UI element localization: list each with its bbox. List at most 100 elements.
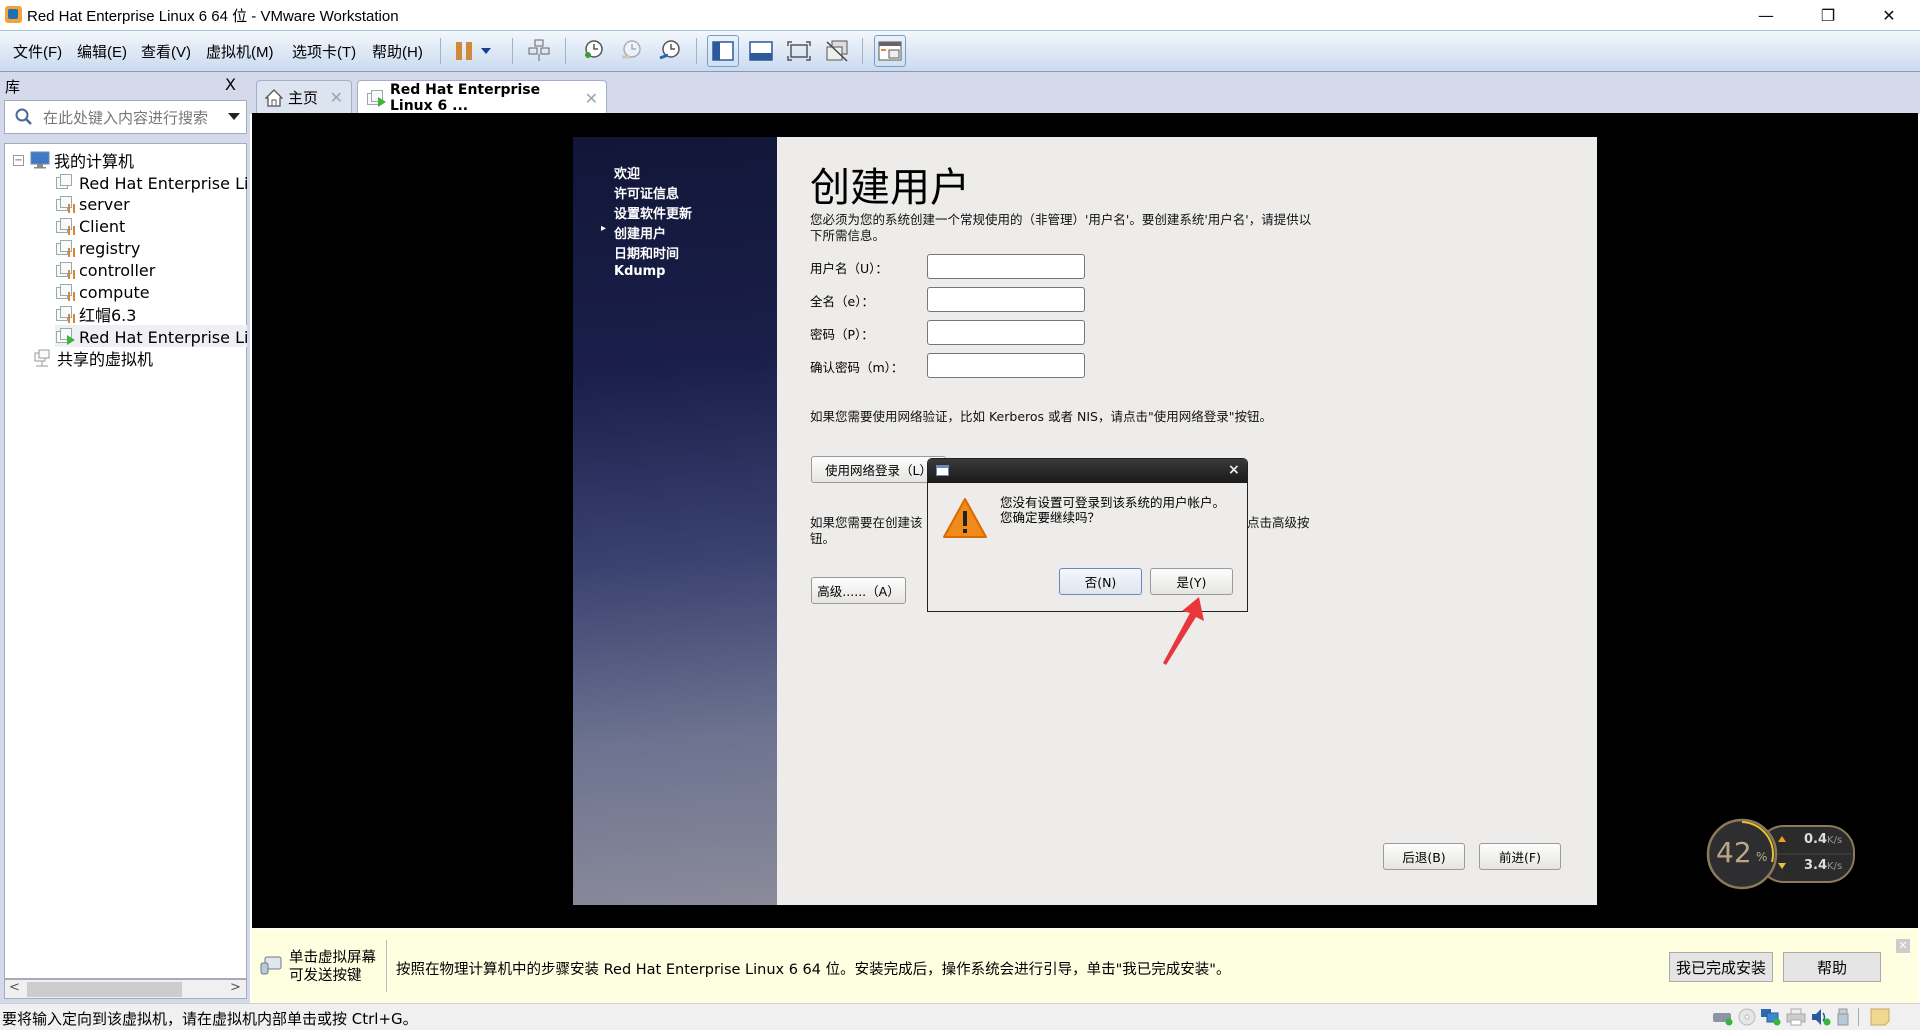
collapse-icon[interactable]: − <box>13 154 24 166</box>
click-hint: 单击虚拟屏幕 可发送按键 <box>289 949 376 985</box>
menu-tabs[interactable]: 选项卡(T) <box>292 41 356 62</box>
dialog-no-button[interactable]: 否(N) <box>1059 568 1142 595</box>
show-library-icon[interactable] <box>707 35 739 67</box>
tree-label: Red Hat Enterprise Linux 6 64 位 <box>79 174 247 193</box>
tree-vm-item[interactable]: controller <box>55 259 247 281</box>
scrollbar-thumb[interactable] <box>27 982 182 997</box>
tree-label: registry <box>79 238 141 258</box>
help-button[interactable]: 帮助 <box>1783 952 1881 982</box>
password-input[interactable] <box>927 320 1085 345</box>
tree-shared-vms[interactable]: 共享的虚拟机 <box>33 347 153 369</box>
tab-close-icon[interactable]: ✕ <box>585 89 598 108</box>
fullname-label: 全名（e）： <box>810 294 874 309</box>
message-log-icon[interactable] <box>1870 1008 1890 1026</box>
tab-vm-active[interactable]: Red Hat Enterprise Linux 6 ... ✕ <box>357 80 607 115</box>
tree-vm-item[interactable]: server <box>55 193 247 215</box>
menu-edit[interactable]: 编辑(E) <box>77 41 127 62</box>
current-step-arrow-icon: ▸ <box>601 223 607 234</box>
fullname-input[interactable] <box>927 287 1085 312</box>
vm-suspended-icon <box>55 239 75 257</box>
advanced-button[interactable]: 高级......（A） <box>811 577 906 604</box>
scroll-right-icon[interactable]: > <box>230 980 241 995</box>
tree-label: controller <box>79 260 156 280</box>
cpu-percent-value: 42 <box>1716 836 1752 869</box>
menu-help[interactable]: 帮助(H) <box>372 41 423 62</box>
warning-icon <box>942 497 988 539</box>
hint-close-button[interactable]: ✕ <box>1896 939 1910 953</box>
minimize-button[interactable]: — <box>1743 0 1789 30</box>
network-adapter-icon[interactable] <box>1760 1008 1781 1026</box>
tab-home[interactable]: 主页 ✕ <box>256 80 352 114</box>
tree-vm-item[interactable]: 红帽6.3 <box>55 303 247 325</box>
upload-unit: K/s <box>1827 835 1843 846</box>
dialog-message-line1: 您没有设置可登录到该系统的用户帐户。 <box>1000 495 1226 510</box>
library-close-button[interactable]: X <box>225 75 236 94</box>
take-snapshot-icon[interactable] <box>577 35 609 67</box>
tree-vm-item[interactable]: Client <box>55 215 247 237</box>
dialog-yes-button[interactable]: 是(Y) <box>1150 568 1233 595</box>
computer-icon <box>30 151 50 169</box>
confirm-password-label: 确认密码（m）： <box>810 360 904 375</box>
toolbar-separator <box>512 38 513 64</box>
menu-file[interactable]: 文件(F) <box>13 41 62 62</box>
username-input[interactable] <box>927 254 1085 279</box>
forward-button[interactable]: 前进(F) <box>1479 843 1561 870</box>
confirm-password-input[interactable] <box>927 353 1085 378</box>
close-window-button[interactable]: ✕ <box>1866 0 1912 30</box>
click-hint-line1: 单击虚拟屏幕 <box>289 950 376 966</box>
library-tree: − 我的计算机 Red Hat Enterprise Linux 6 64 位 … <box>4 143 247 979</box>
tree-vm-item[interactable]: Red Hat Enterprise Linux 6 64 位 <box>55 171 247 193</box>
network-login-button[interactable]: 使用网络登录（L） <box>811 456 946 483</box>
menu-toolbar <box>0 30 1920 72</box>
show-thumbnail-bar-icon[interactable] <box>745 35 777 67</box>
tree-vm-item[interactable]: registry <box>55 237 247 259</box>
snapshot-manager-icon[interactable] <box>654 35 686 67</box>
printer-icon[interactable] <box>1786 1008 1806 1026</box>
vm-suspended-icon <box>55 195 75 213</box>
network-speed-widget: 42 % 0.4K/s 3.4K/s <box>1706 818 1858 890</box>
dialog-close-button[interactable]: × <box>1228 462 1240 478</box>
console-view-icon[interactable] <box>874 35 906 67</box>
search-dropdown-icon[interactable] <box>228 113 240 121</box>
menu-vm[interactable]: 虚拟机(M) <box>206 41 274 62</box>
tree-root-my-computer[interactable]: − 我的计算机 <box>13 149 134 171</box>
revert-snapshot-icon[interactable] <box>615 35 647 67</box>
scroll-left-icon[interactable]: < <box>9 980 20 995</box>
dialog-titlebar[interactable] <box>928 459 1247 483</box>
dialog-message: 您没有设置可登录到该系统的用户帐户。 您确定要继续吗？ <box>1000 495 1225 525</box>
menu-view[interactable]: 查看(V) <box>141 41 191 62</box>
download-speed: 3.4K/s <box>1804 858 1842 873</box>
fullscreen-icon[interactable] <box>783 35 815 67</box>
toolbar-separator <box>696 38 697 64</box>
finished-install-button[interactable]: 我已完成安装 <box>1669 952 1773 982</box>
hard-disk-icon[interactable] <box>1712 1008 1733 1026</box>
dropdown-arrow-icon[interactable] <box>476 35 496 67</box>
library-search-input[interactable]: 在此处键入内容进行搜索 <box>4 100 247 134</box>
step-welcome: 欢迎 <box>614 167 641 182</box>
sound-icon[interactable] <box>1810 1008 1831 1026</box>
tab-label: Red Hat Enterprise Linux 6 ... <box>390 82 541 114</box>
vm-suspended-icon <box>55 283 75 301</box>
tree-label: Red Hat Enterprise Linux 6 64 位 <box>79 328 247 347</box>
tree-vm-item[interactable]: compute <box>55 281 247 303</box>
username-label: 用户名（U）： <box>810 261 888 276</box>
cpu-percent-sign: % <box>1756 850 1768 864</box>
library-horizontal-scrollbar[interactable]: < > <box>4 979 247 999</box>
tab-close-icon[interactable]: ✕ <box>330 88 343 107</box>
send-ctrl-alt-del-icon[interactable] <box>523 35 555 67</box>
cd-dvd-icon[interactable] <box>1737 1008 1757 1026</box>
restore-button[interactable]: ❐ <box>1805 0 1851 30</box>
tree-label: compute <box>79 282 150 302</box>
page-title: 创建用户 <box>810 165 970 211</box>
vm-suspended-icon <box>55 261 75 279</box>
usb-icon[interactable] <box>1835 1008 1855 1026</box>
click-hint-line2: 可发送按键 <box>289 968 362 984</box>
tree-vm-item-selected[interactable]: Red Hat Enterprise Linux 6 64 位 <box>55 325 247 347</box>
intro-text: 您必须为您的系统创建一个常规使用的（非管理）'用户名'。要创建系统'用户名'，请… <box>810 212 1312 243</box>
tree-label: 红帽6.3 <box>79 306 137 325</box>
unity-icon[interactable] <box>821 35 853 67</box>
back-button[interactable]: 后退(B) <box>1383 843 1465 870</box>
step-create-user: 创建用户 <box>614 227 667 242</box>
status-divider <box>1858 1008 1859 1026</box>
tree-label: Client <box>79 216 126 236</box>
